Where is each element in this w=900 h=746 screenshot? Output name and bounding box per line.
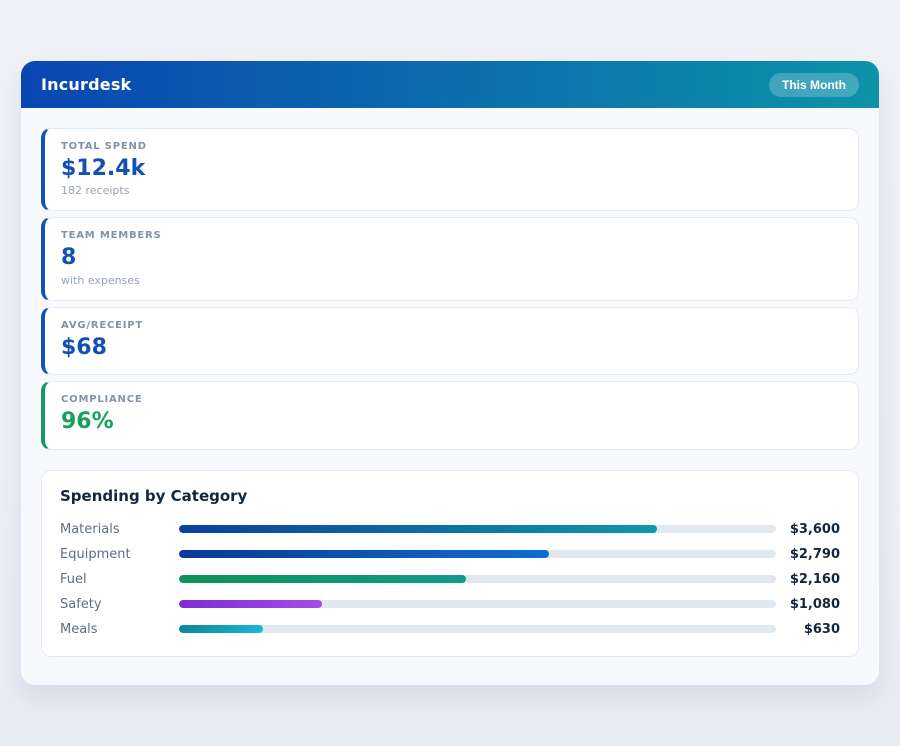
bar-fill <box>179 550 550 559</box>
period-badge[interactable]: This Month <box>769 72 859 97</box>
category-label: Equipment <box>60 546 131 562</box>
stat-value: 96% <box>61 409 114 435</box>
bar-fill <box>179 600 323 609</box>
category-label: Fuel <box>60 571 87 587</box>
dashboard-body: TOTAL SPEND $12.4k 182 receipts TEAM MEM… <box>21 108 879 677</box>
category-row-equipment: Equipment $2,790 <box>60 542 840 567</box>
stat-card-team-members: TEAM MEMBERS 8 with expenses <box>41 217 859 301</box>
bar-track <box>179 625 776 634</box>
category-row-meals: Meals $630 <box>60 617 840 642</box>
category-value: $2,160 <box>789 571 840 587</box>
category-value: $1,080 <box>789 596 840 612</box>
bar-track <box>179 550 776 559</box>
category-value: $630 <box>803 621 840 637</box>
app-title: Incurdesk <box>41 75 132 94</box>
stat-subtext: 182 receipts <box>61 184 130 198</box>
bar-track <box>179 575 776 584</box>
bar-track <box>179 600 776 609</box>
stat-subtext: with expenses <box>61 273 140 287</box>
stat-value: $68 <box>61 334 107 360</box>
category-row-materials: Materials $3,600 <box>60 517 840 542</box>
category-label: Safety <box>60 596 102 612</box>
dashboard-card: Incurdesk This Month TOTAL SPEND $12.4k … <box>21 61 879 685</box>
stat-card-total-spend: TOTAL SPEND $12.4k 182 receipts <box>41 128 859 212</box>
category-label: Materials <box>60 521 120 537</box>
app-header: Incurdesk This Month <box>21 61 879 108</box>
stat-label: TOTAL SPEND <box>61 141 147 152</box>
stat-value: 8 <box>61 245 77 271</box>
stat-label: COMPLIANCE <box>61 394 143 406</box>
category-row-safety: Safety $1,080 <box>60 592 840 617</box>
category-value: $2,790 <box>789 546 840 562</box>
bar-fill <box>179 525 657 534</box>
spending-by-category-card: Spending by Category Materials $3,600 Eq… <box>41 469 859 657</box>
category-label: Meals <box>60 621 98 637</box>
stat-label: TEAM MEMBERS <box>61 230 162 242</box>
category-row-fuel: Fuel $2,160 <box>60 567 840 592</box>
bar-fill <box>179 575 466 584</box>
stat-label: AVG/RECEIPT <box>61 319 144 331</box>
stat-card-compliance: COMPLIANCE 96% <box>41 381 859 450</box>
bar-fill <box>179 625 263 634</box>
section-title: Spending by Category <box>60 486 248 505</box>
stat-value: $12.4k <box>61 156 146 181</box>
stat-card-avg-receipt: AVG/RECEIPT $68 <box>41 306 859 376</box>
bar-track <box>179 525 776 534</box>
category-value: $3,600 <box>789 521 840 537</box>
